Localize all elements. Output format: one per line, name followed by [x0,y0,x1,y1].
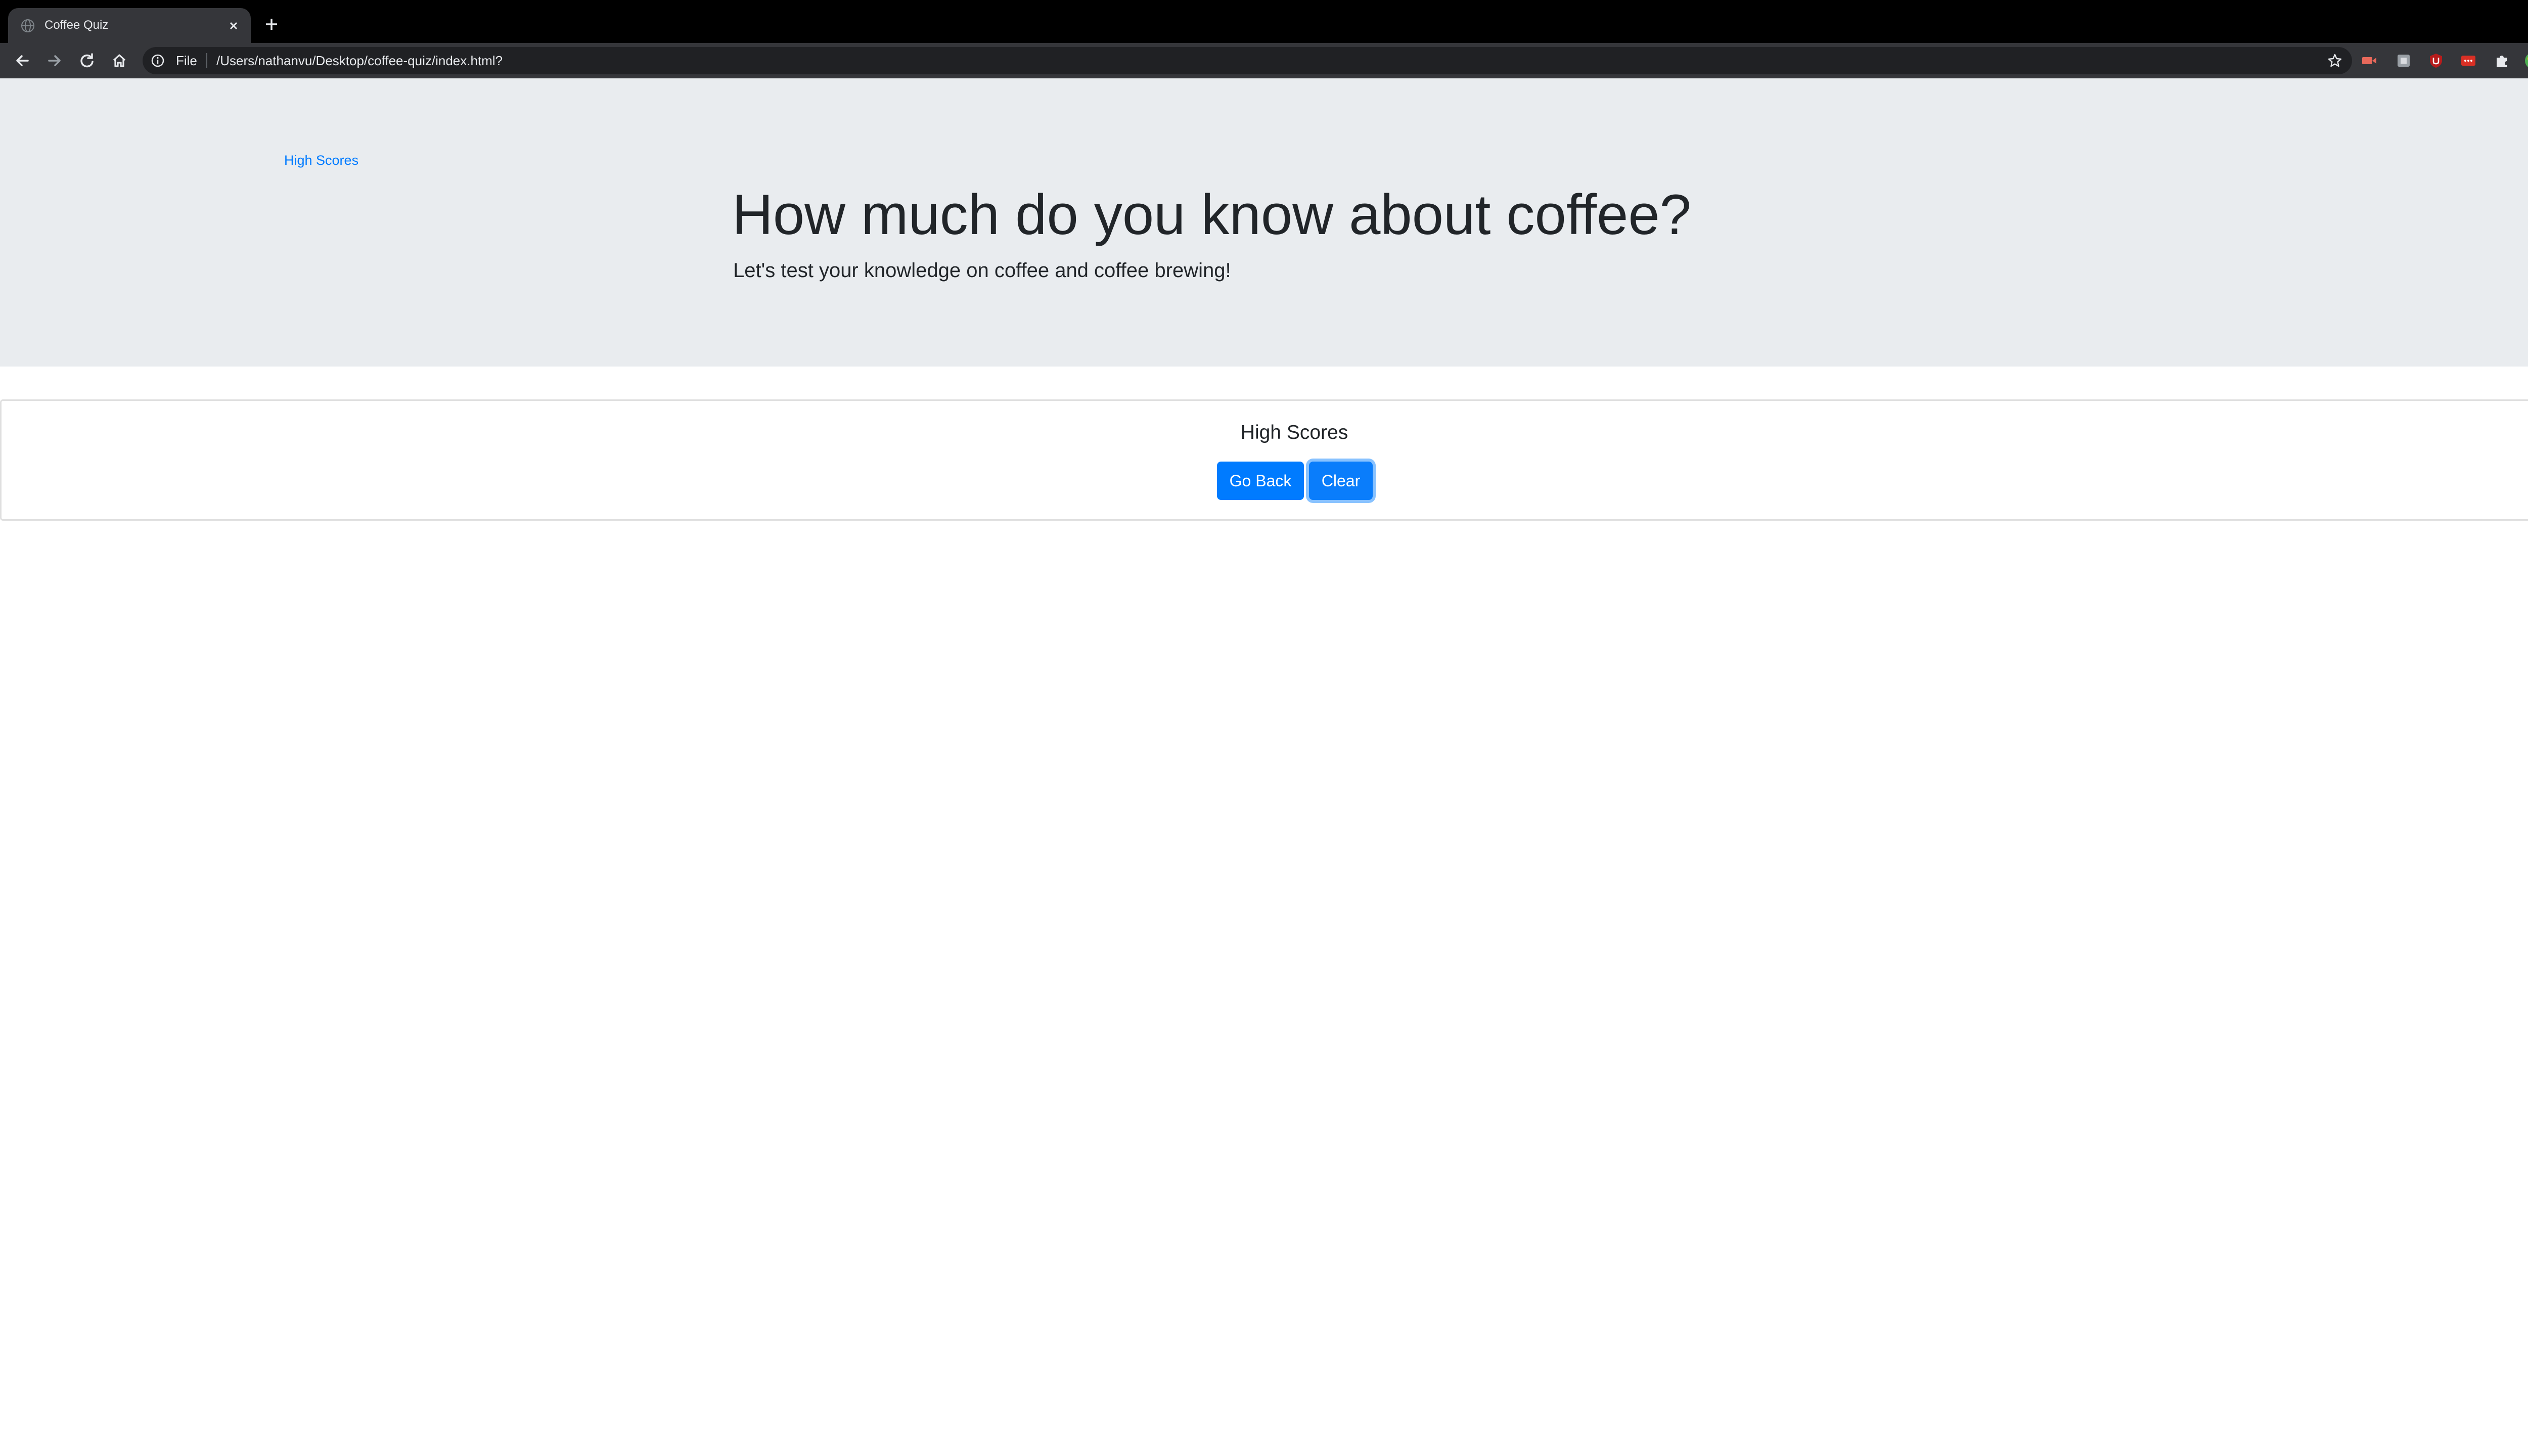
high-scores-link[interactable]: High Scores [284,151,358,170]
close-icon[interactable] [224,17,243,35]
info-icon[interactable] [151,54,165,68]
card-title: High Scores [1240,422,1348,443]
browser-toolbar: File /Users/nathanvu/Desktop/coffee-quiz… [0,43,2528,78]
page-title: How much do you know about coffee? [732,183,1691,246]
red-extension-icon[interactable] [2459,52,2477,70]
puzzle-icon[interactable] [2493,52,2511,70]
reload-icon[interactable] [77,51,97,71]
go-back-button[interactable]: Go Back [1217,462,1304,500]
high-scores-card: High Scores Go Back Clear [0,399,2528,521]
tab-title: Coffee Quiz [44,18,109,32]
globe-icon [21,19,34,32]
address-bar[interactable]: File /Users/nathanvu/Desktop/coffee-quiz… [143,47,2352,74]
ublock-shield-icon[interactable] [2427,52,2445,70]
gray-extension-icon[interactable] [2395,52,2413,70]
url-text[interactable]: /Users/nathanvu/Desktop/coffee-quiz/inde… [216,52,503,70]
jumbotron-header: High Scores How much do you know about c… [0,78,2528,367]
video-extension-icon[interactable] [2360,52,2378,70]
back-arrow-icon[interactable] [12,51,32,71]
plus-icon[interactable] [261,14,282,35]
star-icon[interactable] [2327,53,2343,69]
browser-tab[interactable]: Coffee Quiz [8,8,251,43]
browser-tab-strip: Coffee Quiz [0,0,2528,43]
page-subtitle: Let's test your knowledge on coffee and … [733,259,1231,282]
home-icon[interactable] [109,51,129,71]
url-divider [206,53,207,68]
url-scheme-label: File [176,53,197,68]
clear-button[interactable]: Clear [1309,462,1373,500]
forward-arrow-icon[interactable] [44,51,65,71]
avatar-icon[interactable] [2524,52,2528,70]
